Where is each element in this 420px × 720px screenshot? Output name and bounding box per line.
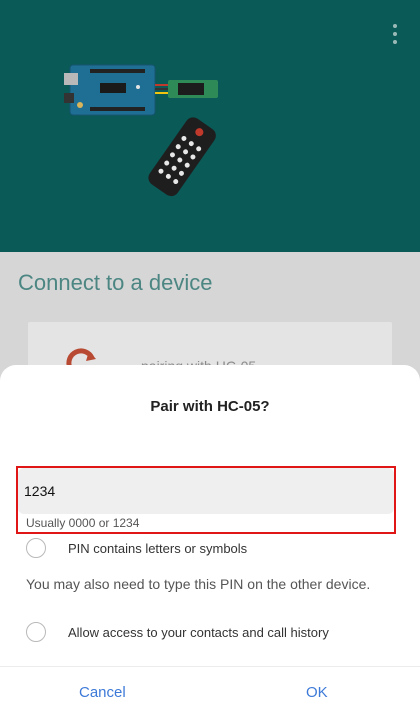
letters-symbols-option[interactable]: PIN contains letters or symbols <box>26 538 247 558</box>
pin-hint: Usually 0000 or 1234 <box>26 516 140 530</box>
pin-input[interactable] <box>18 468 394 514</box>
dialog-title: Pair with HC-05? <box>150 398 270 415</box>
cancel-button[interactable]: Cancel <box>79 684 126 701</box>
contacts-access-option[interactable]: Allow access to your contacts and call h… <box>26 622 329 642</box>
app-header <box>0 0 420 252</box>
ok-button[interactable]: OK <box>306 684 328 701</box>
pin-info-text: You may also need to type this PIN on th… <box>26 576 371 592</box>
letters-symbols-checkbox[interactable] <box>26 538 46 558</box>
page-title: Connect to a device <box>18 270 213 295</box>
contacts-access-checkbox[interactable] <box>26 622 46 642</box>
dialog-button-bar: Cancel OK <box>0 666 420 720</box>
divider <box>0 666 420 667</box>
more-vert-icon[interactable] <box>392 24 398 44</box>
arduino-illustration <box>64 64 218 197</box>
contacts-access-label: Allow access to your contacts and call h… <box>68 624 329 640</box>
letters-symbols-label: PIN contains letters or symbols <box>68 540 248 556</box>
